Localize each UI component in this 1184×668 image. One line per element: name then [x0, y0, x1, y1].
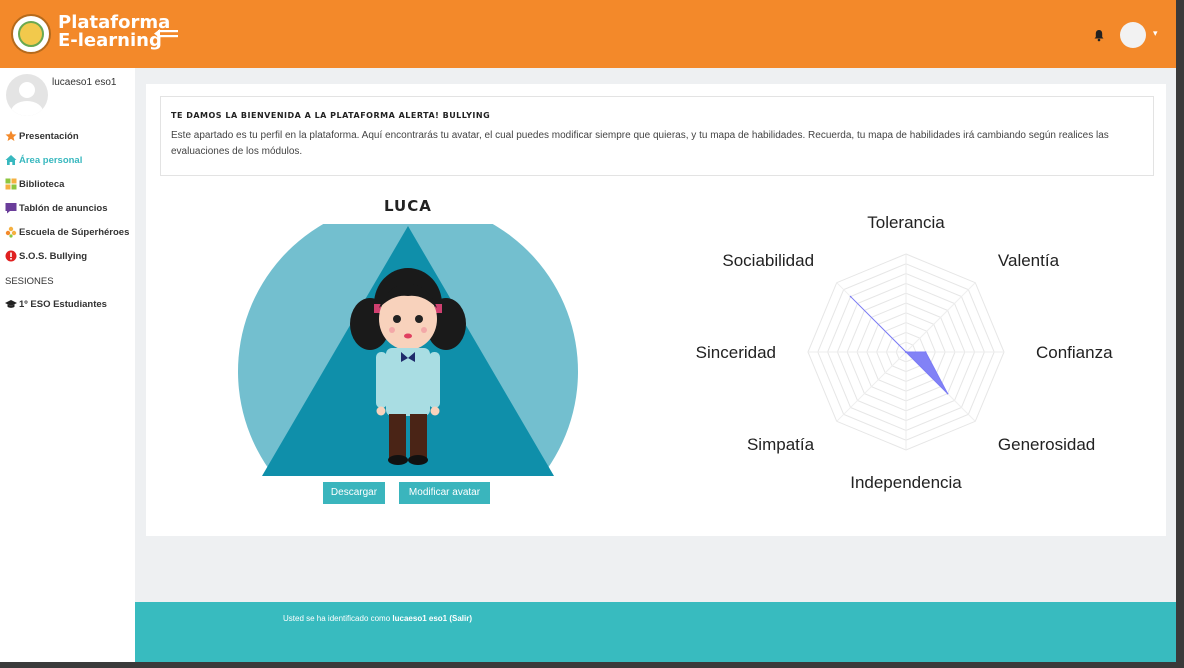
notifications-bell-icon[interactable] [1092, 28, 1106, 42]
sidebar-item-label: Escuela de Súperhéroes [19, 226, 130, 238]
radar-axis-label: Simpatía [747, 435, 815, 454]
star-icon [5, 130, 17, 141]
sidebar-item-label: Biblioteca [19, 178, 65, 190]
modify-avatar-button[interactable]: Modificar avatar [399, 482, 490, 504]
footer-logout-link[interactable]: (Salir) [449, 614, 472, 623]
sidebar-item-label: 1º ESO Estudiantes [19, 298, 107, 310]
sidebar-item-sos[interactable]: S.O.S. Bullying [5, 244, 129, 268]
sidebar: lucaeso1 eso1 Presentación Área personal… [0, 68, 135, 662]
radar-axis-label: Independencia [850, 473, 962, 492]
sidebar-item-escuela[interactable]: Escuela de Súperhéroes [5, 220, 129, 244]
avatar-name: LUCA [384, 197, 432, 215]
home-icon [5, 155, 17, 165]
alert-icon [5, 250, 17, 262]
radar-data-point [946, 392, 949, 395]
user-menu-avatar[interactable] [1120, 22, 1146, 48]
radar-data-point [905, 351, 907, 353]
logo[interactable] [11, 14, 51, 54]
footer-login-info: Usted se ha identificado como lucaeso1 e… [283, 614, 472, 623]
footer: Usted se ha identificado como lucaeso1 e… [135, 602, 1176, 662]
main-content: TE DAMOS LA BIENVENIDA A LA PLATAFORMA A… [146, 84, 1166, 536]
download-button[interactable]: Descargar [323, 482, 385, 504]
sidebar-item-label: Presentación [19, 130, 79, 142]
sidebar-item-presentacion[interactable]: Presentación [5, 124, 129, 148]
sidebar-nav: Presentación Área personal Biblioteca Ta… [5, 124, 129, 316]
graduation-cap-icon [5, 300, 17, 308]
board-icon [5, 203, 17, 214]
library-icon [5, 178, 17, 190]
welcome-card: TE DAMOS LA BIENVENIDA A LA PLATAFORMA A… [160, 96, 1154, 176]
sidebar-item-label: Tablón de anuncios [19, 202, 108, 214]
radar-axis-label: Valentía [998, 251, 1060, 270]
radar-axis-label: Confianza [1036, 343, 1113, 362]
sidebar-username[interactable]: lucaeso1 eso1 [52, 77, 117, 88]
puzzle-icon [5, 226, 17, 238]
sidebar-item-biblioteca[interactable]: Biblioteca [5, 172, 129, 196]
radar-data-point [924, 351, 927, 353]
sidebar-item-area-personal[interactable]: Área personal [5, 148, 129, 172]
top-navbar: Plataforma E-learning ▾ [0, 0, 1176, 68]
radar-axis-label: Tolerancia [867, 213, 945, 232]
sidebar-item-label: S.O.S. Bullying [19, 250, 88, 262]
radar-data-point [849, 295, 852, 298]
welcome-title: TE DAMOS LA BIENVENIDA A LA PLATAFORMA A… [171, 111, 491, 120]
avatar-illustration [238, 224, 578, 476]
app-frame: Plataforma E-learning ▾ lucaeso1 eso1 Pr… [0, 0, 1176, 662]
sidebar-item-label: Área personal [19, 154, 83, 166]
sidebar-section-title: SESIONES [5, 276, 54, 287]
footer-prefix: Usted se ha identificado como [283, 614, 391, 623]
welcome-text: Este apartado es tu perfil en la platafo… [171, 130, 1109, 157]
sidebar-item-tablon[interactable]: Tablón de anuncios [5, 196, 129, 220]
footer-user-link[interactable]: lucaeso1 eso1 [392, 614, 447, 623]
radar-axis-label: Sinceridad [696, 343, 776, 362]
radar-axis-label: Generosidad [998, 435, 1095, 454]
user-menu-caret-icon[interactable]: ▾ [1153, 28, 1158, 39]
skills-radar-chart: Tolerancia Valentía Confianza Generosidad In… [696, 213, 1113, 492]
sidebar-item-session[interactable]: 1º ESO Estudiantes [5, 292, 129, 316]
radar-axis-label: Sociabilidad [722, 251, 814, 270]
menu-toggle-icon[interactable] [154, 26, 180, 42]
user-avatar[interactable] [6, 74, 48, 116]
